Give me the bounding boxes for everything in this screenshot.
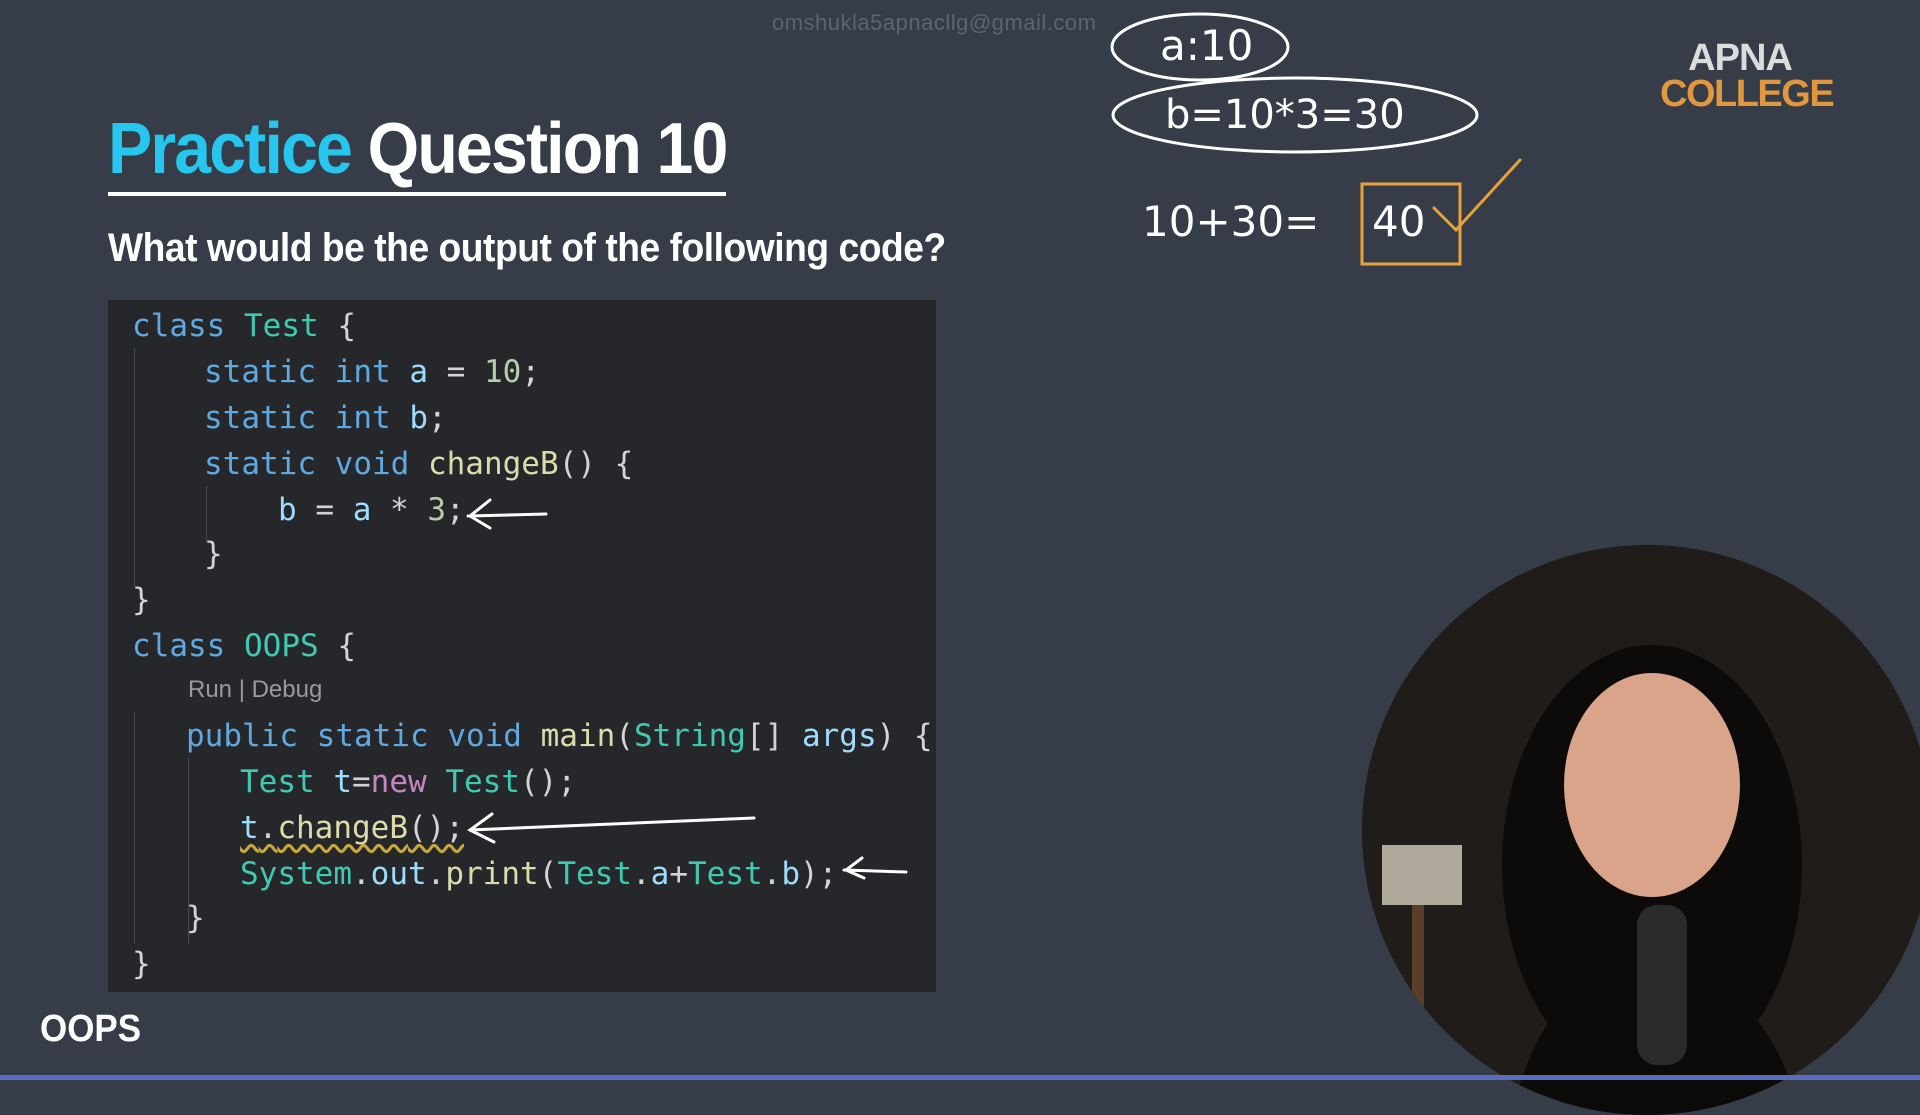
code-line: System.out.print(Test.a+Test.b); bbox=[240, 856, 837, 892]
code-line: static int b; bbox=[204, 400, 447, 436]
variable: t bbox=[333, 764, 352, 800]
presenter-image bbox=[1362, 545, 1920, 1115]
number: 3 bbox=[427, 492, 447, 528]
handwritten-a: a:10 bbox=[1160, 21, 1253, 70]
apna-college-logo: APNA COLLEGE bbox=[1660, 37, 1835, 116]
class-name: Test bbox=[244, 308, 319, 344]
punct: . bbox=[258, 810, 278, 846]
code-panel: class Test { static int a = 10; static i… bbox=[108, 300, 936, 992]
class-name: System bbox=[240, 856, 352, 892]
type: int bbox=[334, 354, 391, 390]
operator: + bbox=[669, 856, 688, 892]
keyword: public bbox=[186, 718, 298, 754]
punct: (); bbox=[520, 764, 576, 800]
function-name: changeB bbox=[427, 446, 559, 482]
ellipse-b bbox=[1111, 76, 1479, 154]
class-name: Test bbox=[688, 856, 763, 892]
ellipse-a bbox=[1110, 12, 1290, 82]
punct: ; bbox=[428, 400, 447, 436]
video-progress-bar[interactable] bbox=[0, 1075, 1920, 1080]
punct: ( bbox=[538, 856, 558, 892]
code-line: } bbox=[132, 946, 151, 982]
variable: a bbox=[650, 856, 670, 892]
punct: () { bbox=[558, 446, 634, 482]
handwritten-sum: 10+30= bbox=[1142, 197, 1319, 246]
function-name: print bbox=[445, 856, 539, 892]
punct: . bbox=[351, 856, 371, 892]
brace: { bbox=[337, 628, 356, 664]
brace: { bbox=[337, 308, 356, 344]
operator: = bbox=[446, 354, 466, 390]
operator: = bbox=[315, 492, 335, 528]
email-watermark: omshukla5apnacllg@gmail.com bbox=[772, 10, 1097, 35]
code-line: class Test { bbox=[132, 308, 356, 344]
code-line: } bbox=[132, 582, 151, 618]
code-line: static void changeB() { bbox=[204, 446, 633, 482]
code-line: Test t=new Test(); bbox=[240, 764, 576, 800]
code-line: class OOPS { bbox=[132, 628, 356, 664]
type: int bbox=[334, 400, 391, 436]
webcam-overlay bbox=[1362, 545, 1920, 1115]
question-text: What would be the output of the followin… bbox=[108, 226, 946, 270]
variable: b bbox=[409, 400, 428, 436]
indent-guide bbox=[206, 486, 207, 542]
keyword: new bbox=[370, 764, 427, 800]
code-line: public static void main(String[] args) { bbox=[186, 718, 933, 754]
handwritten-b: b=10*3=30 bbox=[1165, 92, 1405, 138]
check-icon bbox=[1432, 158, 1522, 233]
code-line: } bbox=[204, 536, 223, 572]
code-line: t.changeB(); bbox=[240, 810, 464, 846]
punct: [] bbox=[745, 718, 784, 754]
title-underline bbox=[108, 192, 726, 196]
punct: (); bbox=[408, 810, 464, 846]
keyword: static bbox=[204, 400, 316, 436]
punct: . bbox=[426, 856, 446, 892]
indent-guide bbox=[134, 712, 135, 944]
keyword: static bbox=[316, 718, 429, 754]
variable: a bbox=[352, 492, 372, 528]
code-line: static int a = 10; bbox=[204, 354, 540, 390]
code-line: b = a * 3; bbox=[278, 492, 465, 528]
keyword: static bbox=[204, 354, 316, 390]
keyword: class bbox=[132, 628, 226, 664]
punct: ( bbox=[615, 718, 634, 754]
variable: a bbox=[409, 354, 428, 390]
code-line: } bbox=[186, 900, 205, 936]
variable: args bbox=[801, 718, 877, 754]
operator: * bbox=[390, 492, 409, 528]
punct: ; bbox=[446, 492, 465, 528]
course-label: OOPS bbox=[40, 1008, 142, 1050]
logo-line-1: APNA bbox=[1688, 37, 1793, 79]
variable: b bbox=[781, 856, 800, 892]
type: Test bbox=[240, 764, 315, 800]
type: void bbox=[334, 446, 410, 482]
punct: . bbox=[762, 856, 782, 892]
punct: ); bbox=[800, 856, 838, 892]
variable: t bbox=[240, 810, 259, 846]
function-name: main bbox=[540, 718, 616, 754]
class-name: Test bbox=[557, 856, 632, 892]
slide-title: Practice Question 10 bbox=[108, 108, 729, 190]
punct: ) { bbox=[876, 718, 933, 754]
keyword: static bbox=[204, 446, 316, 482]
class-name: OOPS bbox=[244, 628, 319, 664]
answer-box bbox=[1360, 182, 1462, 266]
keyword: void bbox=[447, 718, 522, 754]
handwritten-answer: 40 bbox=[1372, 197, 1425, 246]
title-highlight: Practice bbox=[108, 109, 353, 189]
title-rest: Question 10 bbox=[367, 109, 729, 189]
logo-line-2: COLLEGE bbox=[1660, 73, 1835, 116]
keyword: class bbox=[132, 308, 226, 344]
type: String bbox=[633, 718, 746, 754]
punct: . bbox=[631, 856, 651, 892]
indent-guide bbox=[134, 348, 135, 586]
field: out bbox=[370, 856, 427, 892]
punct: ; bbox=[521, 354, 541, 390]
operator: = bbox=[352, 764, 371, 800]
run-debug-codelens[interactable]: Run | Debug bbox=[188, 676, 322, 704]
number: 10 bbox=[484, 354, 522, 390]
type: Test bbox=[445, 764, 520, 800]
function-name: changeB bbox=[277, 810, 408, 846]
variable: b bbox=[278, 492, 297, 528]
